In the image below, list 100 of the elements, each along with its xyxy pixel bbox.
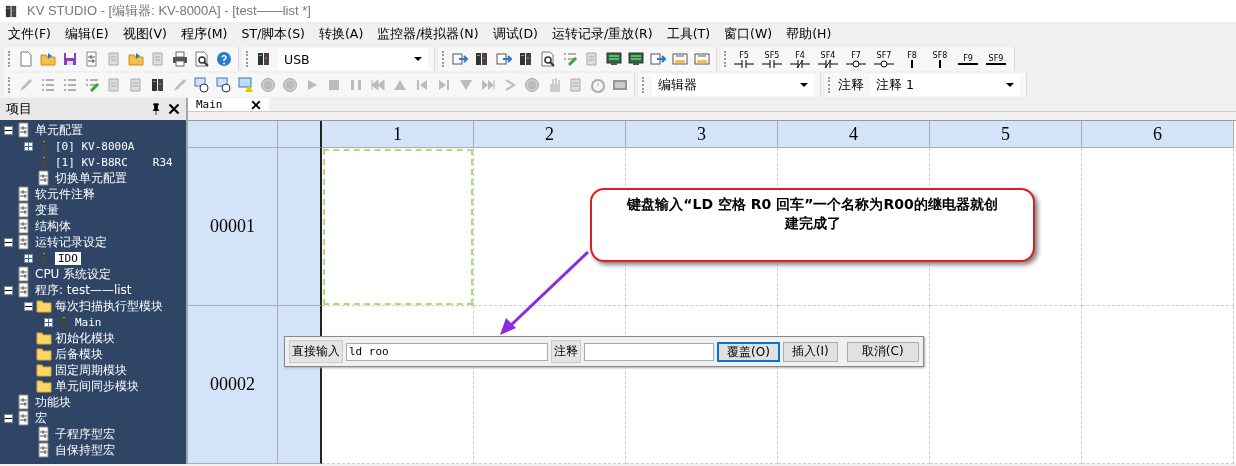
display-icon[interactable]: [612, 77, 628, 93]
collapse-icon[interactable]: [24, 301, 33, 311]
checklist-icon[interactable]: [84, 77, 100, 93]
tree-node-icon[interactable]: [16, 202, 32, 218]
function-key-button[interactable]: F4: [788, 50, 812, 68]
comment-field[interactable]: [584, 342, 714, 361]
tree-item[interactable]: 单元配置: [35, 121, 83, 139]
cursor-cell[interactable]: [322, 148, 474, 306]
tree-item[interactable]: Main: [75, 315, 102, 329]
function-key-button[interactable]: SF5: [760, 50, 784, 68]
tree-item[interactable]: 初始化模块: [55, 329, 115, 347]
tree-item[interactable]: 变量: [35, 201, 59, 219]
tree-item[interactable]: 固定周期模块: [55, 361, 127, 379]
stopwatch-icon[interactable]: [590, 77, 606, 93]
plc-icon[interactable]: [474, 51, 490, 67]
tree-item[interactable]: 功能块: [35, 393, 71, 411]
ladder-cell[interactable]: [930, 306, 1082, 464]
folder-icon[interactable]: [36, 378, 52, 394]
tree-node-icon[interactable]: [16, 266, 32, 282]
ladder-cell[interactable]: [1082, 148, 1234, 306]
folder-icon[interactable]: [36, 346, 52, 362]
timer-icon[interactable]: [216, 77, 232, 93]
function-key-button[interactable]: F9: [956, 53, 980, 65]
tree-item[interactable]: 运转记录设定: [35, 233, 107, 251]
tree-item[interactable]: CPU 系统设定: [35, 265, 112, 283]
folder-icon[interactable]: [128, 51, 144, 67]
connection-dropdown[interactable]: USB: [278, 48, 428, 70]
print-preview-icon[interactable]: [540, 51, 556, 67]
tree-item[interactable]: 宏: [35, 409, 47, 427]
tree-item[interactable]: 结构体: [35, 217, 71, 235]
editor-tab[interactable]: Main: [188, 98, 269, 111]
save-icon[interactable]: [62, 51, 78, 67]
menu-item[interactable]: 帮助(H): [779, 25, 839, 43]
folder-icon[interactable]: [36, 330, 52, 346]
mode-dropdown[interactable]: 编辑器: [652, 74, 814, 96]
ladder-document-icon[interactable]: [84, 51, 100, 67]
tree-node-icon[interactable]: [16, 234, 32, 250]
menu-item[interactable]: ST/脚本(S): [234, 25, 312, 43]
monitor-icon[interactable]: [628, 51, 644, 67]
tree-item[interactable]: 单元间同步模块: [55, 377, 139, 395]
collapse-icon[interactable]: [4, 285, 13, 295]
print-icon[interactable]: [172, 51, 188, 67]
tree-node-icon[interactable]: [16, 394, 32, 410]
checklist-icon[interactable]: [562, 51, 578, 67]
help-icon[interactable]: [216, 51, 232, 67]
dev-icon[interactable]: [694, 51, 710, 67]
function-key-button[interactable]: F7: [844, 50, 868, 68]
function-key-button[interactable]: SF8: [928, 50, 952, 68]
tree-item[interactable]: 切换单元配置: [55, 169, 127, 187]
collapse-icon[interactable]: [4, 237, 13, 247]
comment-dropdown[interactable]: 注释 1: [870, 74, 1020, 96]
plc-icon[interactable]: [256, 51, 272, 67]
folder-icon[interactable]: [36, 362, 52, 378]
warning-icon[interactable]: [238, 77, 254, 93]
tree-node-icon[interactable]: [16, 282, 32, 298]
tree-item[interactable]: 软元件注释: [35, 185, 95, 203]
monitor-icon[interactable]: [606, 51, 622, 67]
menu-item[interactable]: 视图(V): [115, 25, 174, 43]
menu-item[interactable]: 窗口(W): [717, 25, 780, 43]
tree-item[interactable]: 子程序型宏: [55, 425, 115, 443]
tree-item[interactable]: [1] KV-B8RC: [55, 155, 128, 169]
new-document-icon[interactable]: [18, 51, 34, 67]
folder-icon[interactable]: [36, 298, 52, 314]
tree-item[interactable]: 每次扫描执行型模块: [55, 297, 163, 315]
function-key-button[interactable]: F5: [732, 50, 756, 68]
transfer-icon[interactable]: [496, 51, 512, 67]
menu-item[interactable]: 程序(M): [173, 25, 235, 43]
tree-node-icon[interactable]: [16, 218, 32, 234]
tree-node-icon[interactable]: [16, 186, 32, 202]
function-key-button[interactable]: SF4: [816, 50, 840, 68]
tree-item[interactable]: IDO: [55, 251, 81, 265]
tree-node-icon[interactable]: [16, 122, 32, 138]
tree-node-icon[interactable]: [36, 170, 52, 186]
tree-item[interactable]: [0] KV-8000A: [55, 139, 135, 153]
pin-icon[interactable]: [150, 103, 162, 115]
tree-item[interactable]: 后备模块: [55, 345, 103, 363]
menu-item[interactable]: 编辑(E): [57, 25, 116, 43]
close-icon[interactable]: [250, 99, 261, 110]
menu-item[interactable]: 监控器/模拟器(N): [370, 25, 486, 43]
function-key-button[interactable]: SF7: [872, 50, 896, 68]
menu-item[interactable]: 工具(T): [659, 25, 718, 43]
expand-icon[interactable]: [44, 317, 53, 327]
function-key-button[interactable]: SF9: [984, 53, 1008, 65]
menu-item[interactable]: 文件(F): [1, 25, 58, 43]
expand-icon[interactable]: [24, 253, 33, 263]
close-icon[interactable]: [168, 103, 180, 115]
ladder-cell[interactable]: [1082, 306, 1234, 464]
tree-item[interactable]: 程序: test——list: [35, 281, 132, 299]
tree-node-icon[interactable]: [36, 442, 52, 458]
dialog-button[interactable]: 取消(C): [846, 341, 919, 362]
input-field[interactable]: ld roo: [346, 342, 548, 361]
tree-node-icon[interactable]: [36, 426, 52, 442]
dev-icon[interactable]: [672, 51, 688, 67]
timer-icon[interactable]: [194, 77, 210, 93]
transfer-icon[interactable]: [452, 51, 468, 67]
plc-icon[interactable]: [150, 77, 166, 93]
menu-item[interactable]: 调试(D): [485, 25, 545, 43]
collapse-icon[interactable]: [4, 125, 13, 135]
collapse-icon[interactable]: [4, 413, 13, 423]
function-key-button[interactable]: F8: [900, 50, 924, 68]
